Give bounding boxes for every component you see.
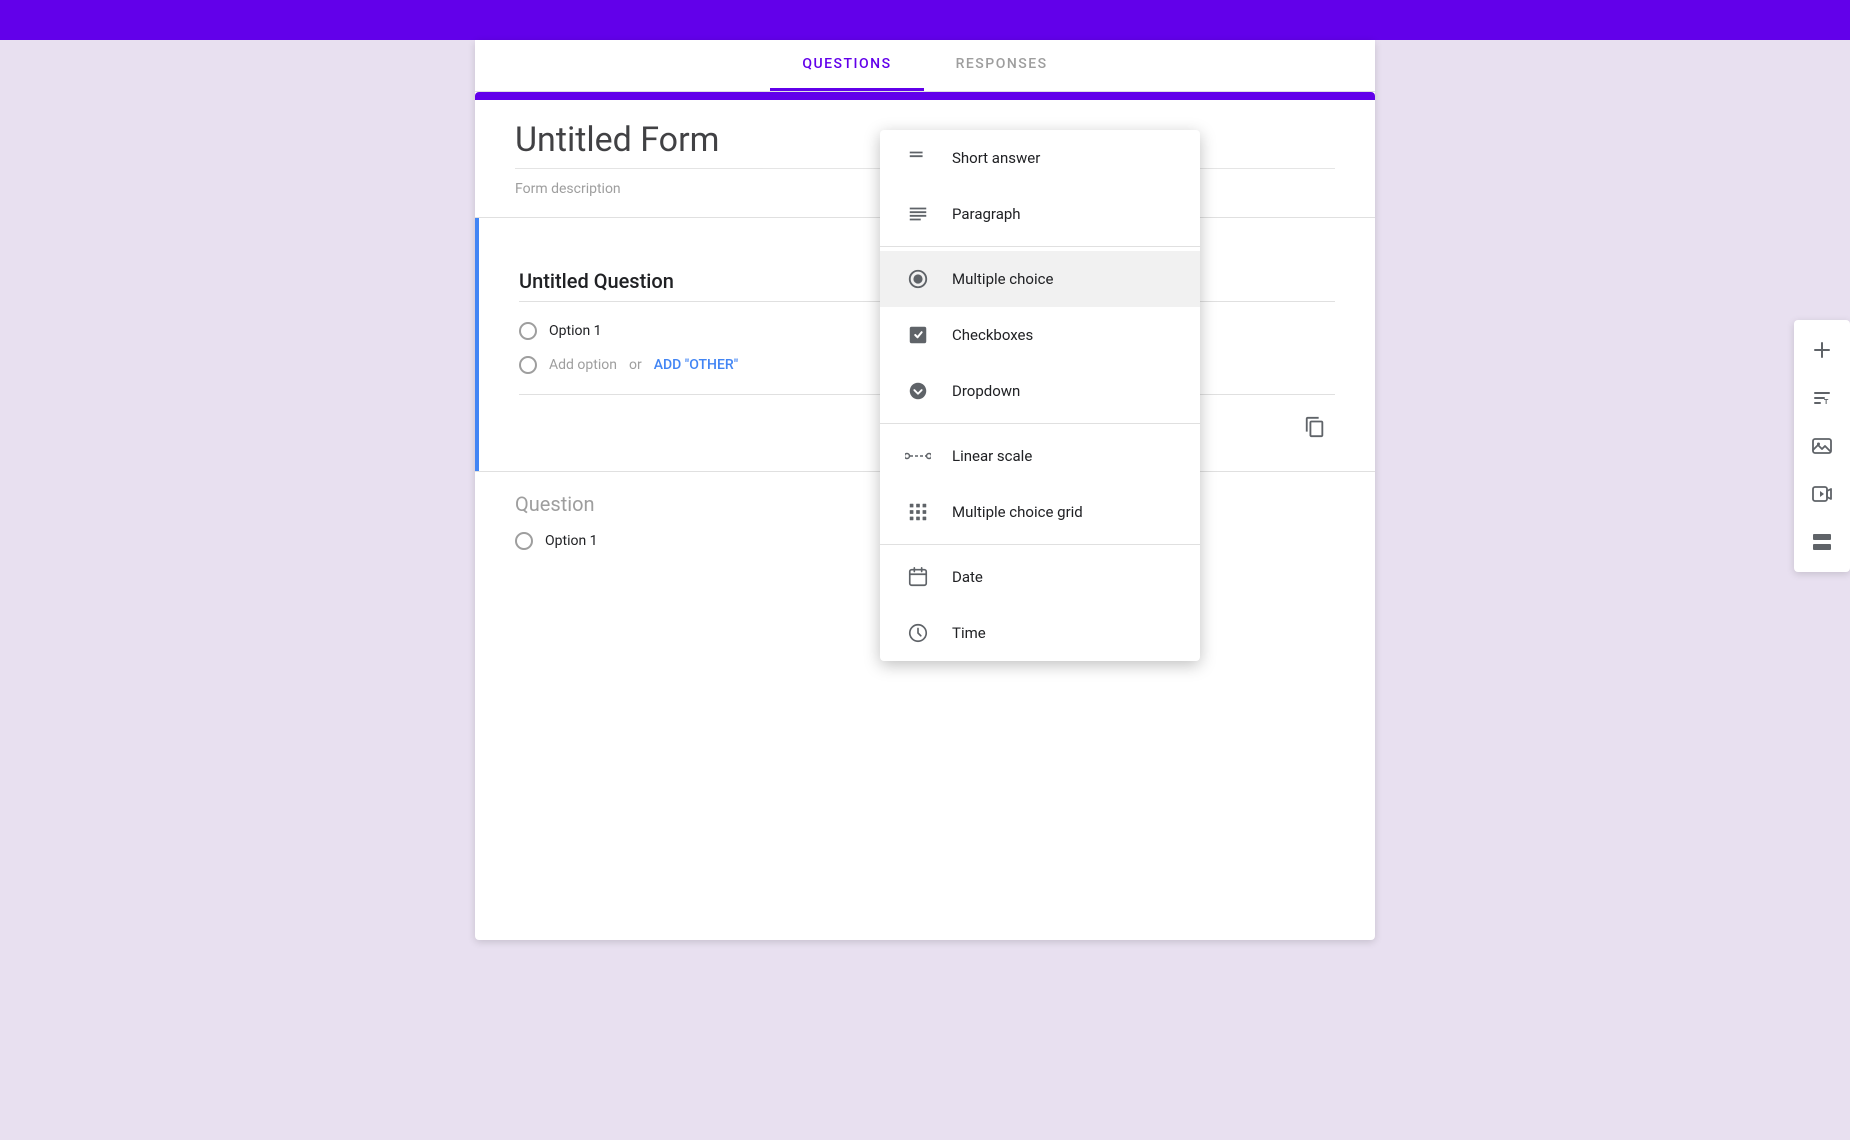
paragraph-label: Paragraph [952,205,1021,223]
date-label: Date [952,568,983,586]
add-video-button[interactable] [1800,472,1844,516]
time-label: Time [952,624,986,642]
inactive-radio [515,532,533,550]
paragraph-icon [904,200,932,228]
right-sidebar: T [1794,320,1850,572]
tab-responses[interactable]: RESPONSES [924,40,1080,91]
linear-scale-label: Linear scale [952,447,1032,465]
inactive-option-text: Option 1 [545,533,598,549]
add-question-button[interactable] [1800,328,1844,372]
dropdown-item-multiple-choice[interactable]: Multiple choice [880,251,1200,307]
short-answer-label: Short answer [952,149,1040,167]
dropdown-item-multiple-choice-grid[interactable]: Multiple choice grid [880,484,1200,540]
main-container: QUESTIONS RESPONSES Untitled Form Form d… [0,40,1850,940]
date-icon [904,563,932,591]
svg-text:T: T [1824,399,1829,406]
dropdown-menu: Short answer Paragraph Multiple choice [880,130,1200,661]
dropdown-divider-2 [880,423,1200,424]
dropdown-item-dropdown[interactable]: Dropdown [880,363,1200,419]
add-option-text[interactable]: Add option [549,357,617,373]
add-option-or: or [629,357,642,373]
dropdown-item-short-answer[interactable]: Short answer [880,130,1200,186]
dropdown-item-linear-scale[interactable]: Linear scale [880,428,1200,484]
dropdown-label: Dropdown [952,382,1020,400]
option-1-text: Option 1 [549,323,602,339]
tabs-row: QUESTIONS RESPONSES [475,40,1375,92]
multiple-choice-grid-icon [904,498,932,526]
add-title-button[interactable]: T [1800,376,1844,420]
multiple-choice-label: Multiple choice [952,270,1053,288]
tab-questions[interactable]: QUESTIONS [770,40,923,91]
add-image-button[interactable] [1800,424,1844,468]
multiple-choice-grid-label: Multiple choice grid [952,503,1083,521]
radio-add-option[interactable] [519,356,537,374]
dropdown-item-date[interactable]: Date [880,549,1200,605]
add-other-link[interactable]: ADD "OTHER" [654,357,738,373]
dropdown-icon-item [904,377,932,405]
dropdown-divider-1 [880,246,1200,247]
radio-option-1[interactable] [519,322,537,340]
checkboxes-label: Checkboxes [952,326,1033,344]
dropdown-item-paragraph[interactable]: Paragraph [880,186,1200,242]
time-icon [904,619,932,647]
linear-scale-icon [904,442,932,470]
dropdown-item-time[interactable]: Time [880,605,1200,661]
top-bar [0,0,1850,40]
multiple-choice-icon [904,265,932,293]
copy-button[interactable] [1295,407,1335,447]
short-answer-icon [904,144,932,172]
dropdown-divider-3 [880,544,1200,545]
checkboxes-icon [904,321,932,349]
dropdown-item-checkboxes[interactable]: Checkboxes [880,307,1200,363]
add-section-button[interactable] [1800,520,1844,564]
